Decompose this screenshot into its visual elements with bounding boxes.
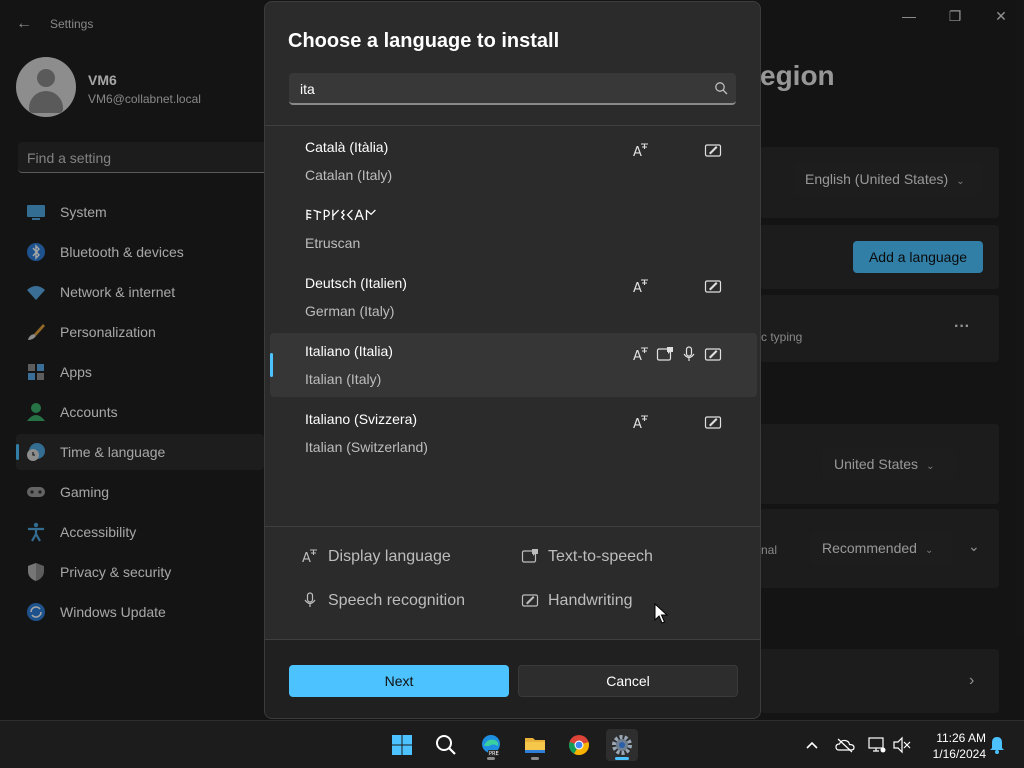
svg-text:A: A <box>633 417 642 431</box>
notification-bell-icon[interactable] <box>987 735 1007 755</box>
legend-label: Handwriting <box>548 592 633 609</box>
text-to-speech-icon <box>521 549 538 563</box>
mouse-cursor-icon <box>654 603 668 624</box>
handwriting-icon <box>521 594 539 607</box>
running-indicator <box>531 757 539 760</box>
dialog-title: Choose a language to install <box>288 30 560 52</box>
taskbar-search-button[interactable] <box>430 729 462 761</box>
language-english-name: Catalan (Italy) <box>305 167 393 183</box>
file-explorer-icon <box>525 738 545 753</box>
language-list: Català (Itàlia) Catalan (Italy) A 𐌄𐌕𐌓𐌖𐌔𐌂… <box>265 129 760 469</box>
settings-icon <box>612 735 632 755</box>
language-option-german-italy[interactable]: Deutsch (Italien) German (Italy) A <box>270 265 757 329</box>
language-english-name: Italian (Italy) <box>305 371 382 387</box>
display-language-icon: A <box>633 415 648 431</box>
svg-text:A: A <box>302 551 311 565</box>
language-option-italian-italy[interactable]: Italiano (Italia) Italian (Italy) A <box>270 333 757 397</box>
language-english-name: Etruscan <box>305 235 361 251</box>
svg-text:A: A <box>633 145 642 159</box>
search-value: ita <box>300 81 315 97</box>
handwriting-icon <box>704 416 722 429</box>
system-clock[interactable]: 11:26 AM 1/16/2024 <box>918 730 986 762</box>
search-icon <box>436 735 456 755</box>
speech-recognition-icon <box>304 592 316 607</box>
svg-text:A: A <box>633 281 642 295</box>
taskbar: PRE 11:26 AM 1/16/2024 <box>0 720 1024 768</box>
choose-language-dialog: Choose a language to install ita Català … <box>264 1 761 719</box>
language-native-name: Italiano (Svizzera) <box>305 411 418 427</box>
edge-button[interactable]: PRE <box>475 729 507 761</box>
cancel-button[interactable]: Cancel <box>518 665 738 697</box>
dialog-footer: Next Cancel <box>265 639 760 718</box>
onedrive-icon[interactable] <box>835 735 855 755</box>
language-search-input[interactable]: ita <box>289 73 736 105</box>
display-language-icon: A <box>633 279 648 295</box>
language-english-name: German (Italy) <box>305 303 395 319</box>
start-button[interactable] <box>386 729 418 761</box>
settings-button[interactable] <box>606 729 638 761</box>
volume-muted-icon[interactable] <box>892 735 912 755</box>
language-native-name: Català (Itàlia) <box>305 139 389 155</box>
display-language-icon: A <box>633 143 648 159</box>
language-native-name: 𐌄𐌕𐌓𐌖𐌔𐌂𐌀𐌍 <box>305 207 377 223</box>
file-explorer-button[interactable] <box>519 729 551 761</box>
divider <box>265 125 760 126</box>
clock-date: 1/16/2024 <box>932 747 986 761</box>
feature-legend: A Display language Text-to-speech Speech… <box>265 527 760 639</box>
network-icon[interactable] <box>867 735 887 755</box>
handwriting-icon <box>704 280 722 293</box>
text-to-speech-icon <box>656 347 673 361</box>
chrome-icon <box>569 735 589 756</box>
language-native-name: Italiano (Italia) <box>305 343 393 359</box>
start-icon <box>392 735 412 755</box>
display-language-icon: A <box>633 347 648 363</box>
language-option-italian-switzerland[interactable]: Italiano (Svizzera) Italian (Switzerland… <box>270 401 757 465</box>
language-option-etruscan[interactable]: 𐌄𐌕𐌓𐌖𐌔𐌂𐌀𐌍 Etruscan <box>270 197 757 261</box>
language-option-catalan-italy[interactable]: Català (Itàlia) Catalan (Italy) A <box>270 129 757 193</box>
display-language-icon: A <box>302 549 317 565</box>
legend-label: Display language <box>328 548 451 565</box>
edge-icon: PRE <box>482 735 500 757</box>
speech-recognition-icon <box>683 346 695 361</box>
legend-label: Speech recognition <box>328 592 465 609</box>
chevron-up-icon[interactable] <box>802 735 822 755</box>
clock-time: 11:26 AM <box>936 731 986 745</box>
svg-text:A: A <box>633 349 642 363</box>
active-indicator <box>615 757 629 760</box>
search-icon[interactable] <box>714 81 728 95</box>
handwriting-icon <box>704 144 722 157</box>
language-english-name: Italian (Switzerland) <box>305 439 428 455</box>
chrome-button[interactable] <box>563 729 595 761</box>
running-indicator <box>487 757 495 760</box>
language-native-name: Deutsch (Italien) <box>305 275 407 291</box>
next-button[interactable]: Next <box>289 665 509 697</box>
handwriting-icon <box>704 348 722 361</box>
legend-label: Text-to-speech <box>548 548 653 565</box>
